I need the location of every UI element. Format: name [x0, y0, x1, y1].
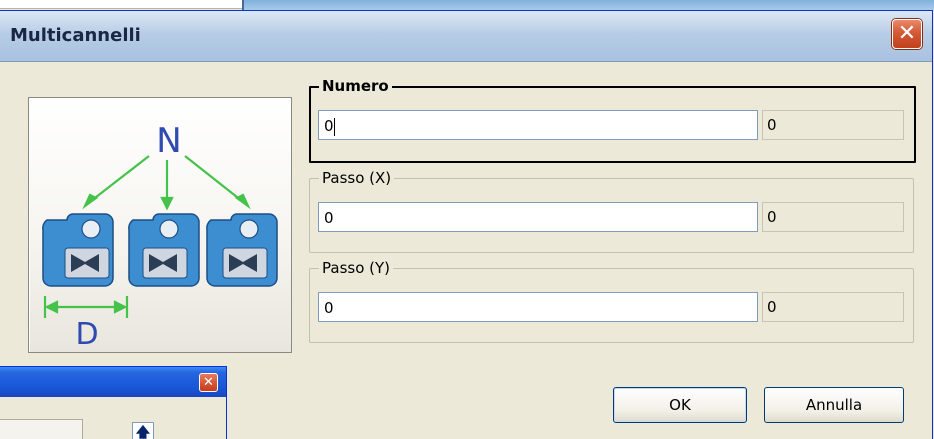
dialog-title: Multicannelli: [10, 25, 141, 46]
close-icon[interactable]: ✕: [199, 373, 218, 392]
close-icon[interactable]: ✕: [892, 19, 922, 49]
ok-button[interactable]: OK: [613, 387, 747, 423]
illustration-svg: N D: [42, 121, 278, 352]
nozzle-icon: [42, 213, 114, 287]
numero-input[interactable]: 0: [318, 110, 758, 140]
nozzle-icon: [128, 213, 200, 287]
illustration-label-n: N: [156, 121, 181, 161]
group-numero: Numero 0 0: [309, 77, 916, 163]
group-label: Passo (Y): [319, 259, 394, 277]
background-window-titlebar[interactable]: ✕: [0, 367, 226, 397]
arrows-from-n: [82, 155, 251, 211]
cancel-button[interactable]: Annulla: [764, 387, 904, 423]
group-passo-x: Passo (X) 0 0: [309, 169, 914, 253]
background-window: ✕ 🡅: [0, 366, 227, 439]
passo-x-readout: 0: [762, 202, 904, 232]
group-label: Numero: [319, 77, 392, 95]
nozzle-icon: [206, 213, 278, 287]
background-divider: [242, 0, 244, 10]
up-arrow-icon[interactable]: 🡅: [132, 422, 154, 439]
group-label: Passo (X): [319, 169, 395, 187]
passo-y-readout: 0: [762, 292, 904, 322]
text-caret: [333, 117, 335, 136]
group-passo-y: Passo (Y) 0 0: [309, 259, 914, 343]
passo-y-input[interactable]: 0: [318, 292, 758, 322]
background-desktop: [242, 0, 934, 10]
dialog-titlebar[interactable]: Multicannelli ✕: [0, 11, 932, 62]
multicannelli-illustration: N D: [28, 97, 292, 353]
distance-arrow: [43, 296, 129, 318]
illustration-label-d: D: [75, 317, 98, 352]
background-window-field[interactable]: [0, 419, 83, 439]
background-topstrip: [0, 0, 242, 9]
numero-readout: 0: [762, 110, 904, 140]
passo-x-input[interactable]: 0: [318, 202, 758, 232]
